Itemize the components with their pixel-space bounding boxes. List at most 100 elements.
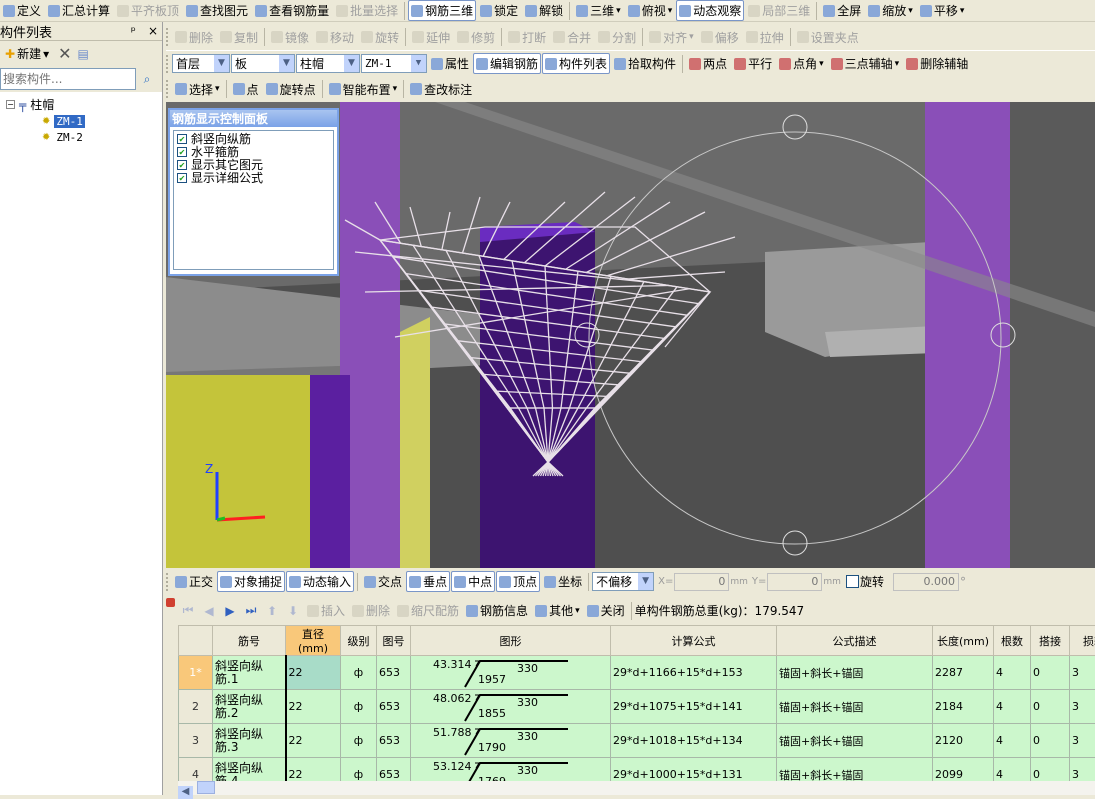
component-select[interactable]: ZM-1▼ [361,54,427,73]
grade-cell[interactable]: ф [341,690,377,724]
length-cell[interactable]: 2099 [933,758,994,782]
main-14-button[interactable]: 缩放▾ [865,0,916,21]
row-number[interactable]: 1* [179,656,213,690]
sel-4-button[interactable]: 两点 [686,53,730,74]
table-2-button[interactable]: 缩尺配筋 [394,600,462,621]
snap-3-button[interactable]: 交点 [361,571,405,592]
count-cell[interactable]: 4 [994,724,1031,758]
edit-13-button[interactable]: 设置夹点 [794,27,862,48]
rotate-checkbox[interactable] [846,575,859,588]
bar-name-cell[interactable]: 斜竖向纵筋.4 [213,758,286,782]
count-cell[interactable]: 4 [994,758,1031,782]
sel-6-button[interactable]: 点角▾ [776,53,827,74]
length-cell[interactable]: 2120 [933,724,994,758]
grade-cell[interactable]: ф [341,758,377,782]
sel-7-button[interactable]: 三点辅轴▾ [828,53,903,74]
scroll-thumb[interactable] [197,781,215,794]
diameter-cell[interactable]: 22 [286,758,341,782]
formula-cell[interactable]: 29*d+1000+15*d+131 [611,758,777,782]
diameter-cell[interactable]: 22 [286,690,341,724]
search-input[interactable] [0,68,136,90]
desc-cell[interactable]: 锚固+斜长+锚固 [777,656,933,690]
length-cell[interactable]: 2184 [933,690,994,724]
snap-5-button[interactable]: 中点 [451,571,495,592]
row-number[interactable]: 2 [179,690,213,724]
grade-cell[interactable]: ф [341,656,377,690]
main-3-button[interactable]: 查找图元 [183,0,251,21]
checkbox[interactable]: ✔ [177,160,187,170]
copy-icon[interactable]: ▤ [78,47,89,61]
sel-0-button[interactable]: 属性 [428,53,472,74]
category-select[interactable]: 柱帽▼ [296,54,360,73]
splitter[interactable] [163,22,166,795]
sel-3-button[interactable]: 拾取构件 [611,53,679,74]
bar-name-cell[interactable]: 斜竖向纵筋.2 [213,690,286,724]
sel-2-button[interactable]: 构件列表 [542,53,610,74]
table-3-button[interactable]: 钢筋信息 [463,600,531,621]
figure-no-cell[interactable]: 653 [377,758,411,782]
search-icon[interactable]: ⌕ [136,72,158,87]
main-4-button[interactable]: 查看钢筋量 [252,0,332,21]
table-1-button[interactable]: 删除 [349,600,393,621]
edit-5-button[interactable]: 延伸 [409,27,453,48]
loss-cell[interactable]: 3 [1070,690,1095,724]
column-header[interactable]: 直径(mm) [286,626,341,656]
y-coordinate-input[interactable]: 0 [767,573,822,591]
main-7-button[interactable]: 锁定 [477,0,521,21]
shape-cell[interactable]: 43.3141957330 [411,656,611,690]
main-9-button[interactable]: 三维▾ [573,0,624,21]
table-row[interactable]: 3斜竖向纵筋.322ф65351.788179033029*d+1018+15*… [179,724,1095,758]
checkbox[interactable]: ✔ [177,147,187,157]
table-5-button[interactable]: 关闭 [584,600,628,621]
main-11-button[interactable]: 动态观察 [676,0,744,21]
next-icon[interactable]: ▶ [220,604,240,618]
column-header[interactable]: 长度(mm) [933,626,994,656]
edit-11-button[interactable]: 偏移 [698,27,742,48]
edit-12-button[interactable]: 拉伸 [743,27,787,48]
column-header[interactable]: 公式描述 [777,626,933,656]
pin-icon[interactable]: ᵖ [131,24,136,38]
first-icon[interactable]: ⏮ [178,603,198,618]
edit-3-button[interactable]: 移动 [313,27,357,48]
edit-1-button[interactable]: 复制 [217,27,261,48]
shape-cell[interactable]: 51.7881790330 [411,724,611,758]
type-select[interactable]: 板▼ [231,54,295,73]
edit-9-button[interactable]: 分割 [595,27,639,48]
snap-6-button[interactable]: 顶点 [496,571,540,592]
snap-0-button[interactable]: 正交 [172,571,216,592]
horizontal-scrollbar[interactable]: ◀ [178,781,1095,795]
loss-cell[interactable]: 3 [1070,656,1095,690]
row-number[interactable]: 4 [179,758,213,782]
main-10-button[interactable]: 俯视▾ [625,0,676,21]
draw-0-button[interactable]: 选择▾ [172,79,223,100]
sel-1-button[interactable]: 编辑钢筋 [473,53,541,74]
shape-cell[interactable]: 48.0621855330 [411,690,611,724]
tree-node-root[interactable]: − ╤ 柱帽 [6,96,162,113]
rotate-angle-input[interactable]: 0.000 [893,573,959,591]
snap-4-button[interactable]: 垂点 [406,571,450,592]
main-5-button[interactable]: 批量选择 [333,0,401,21]
row-number[interactable]: 3 [179,724,213,758]
checkbox[interactable]: ✔ [177,134,187,144]
loss-cell[interactable]: 3 [1070,724,1095,758]
main-13-button[interactable]: 全屏 [820,0,864,21]
figure-no-cell[interactable]: 653 [377,690,411,724]
draw-2-button[interactable]: 旋转点 [263,79,319,100]
main-1-button[interactable]: 汇总计算 [45,0,113,21]
main-0-button[interactable]: 定义 [0,0,44,21]
close-icon[interactable]: × [148,24,158,38]
lap-cell[interactable]: 0 [1031,690,1070,724]
snap-7-button[interactable]: 坐标 [541,571,585,592]
diameter-cell[interactable]: 22 [286,656,341,690]
loss-cell[interactable]: 3 [1070,758,1095,782]
lap-cell[interactable]: 0 [1031,758,1070,782]
new-button[interactable]: ✚新建▾ [2,43,52,64]
x-coordinate-input[interactable]: 0 [674,573,729,591]
main-2-button[interactable]: 平齐板顶 [114,0,182,21]
formula-cell[interactable]: 29*d+1166+15*d+153 [611,656,777,690]
column-header[interactable]: 图形 [411,626,611,656]
main-15-button[interactable]: 平移▾ [917,0,968,21]
main-6-button[interactable]: 钢筋三维 [408,0,476,21]
column-header[interactable]: 损耗 [1070,626,1095,656]
figure-no-cell[interactable]: 653 [377,724,411,758]
